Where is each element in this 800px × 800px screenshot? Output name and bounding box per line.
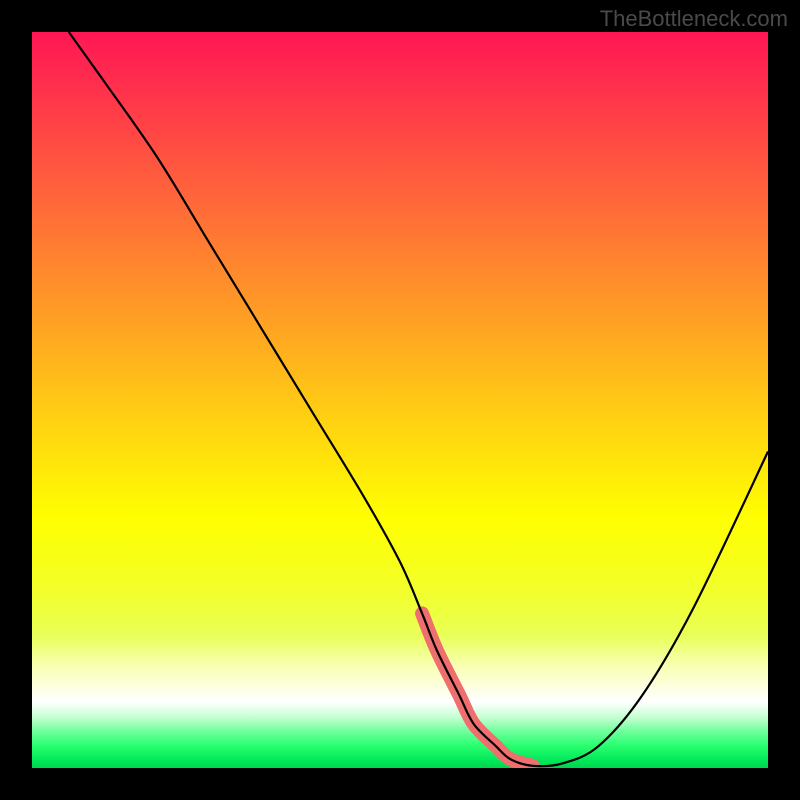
watermark-text: TheBottleneck.com xyxy=(600,6,788,32)
curve-overlay xyxy=(32,32,768,768)
bottleneck-curve xyxy=(69,32,768,766)
plot-area xyxy=(32,32,768,768)
chart-container: TheBottleneck.com xyxy=(0,0,800,800)
